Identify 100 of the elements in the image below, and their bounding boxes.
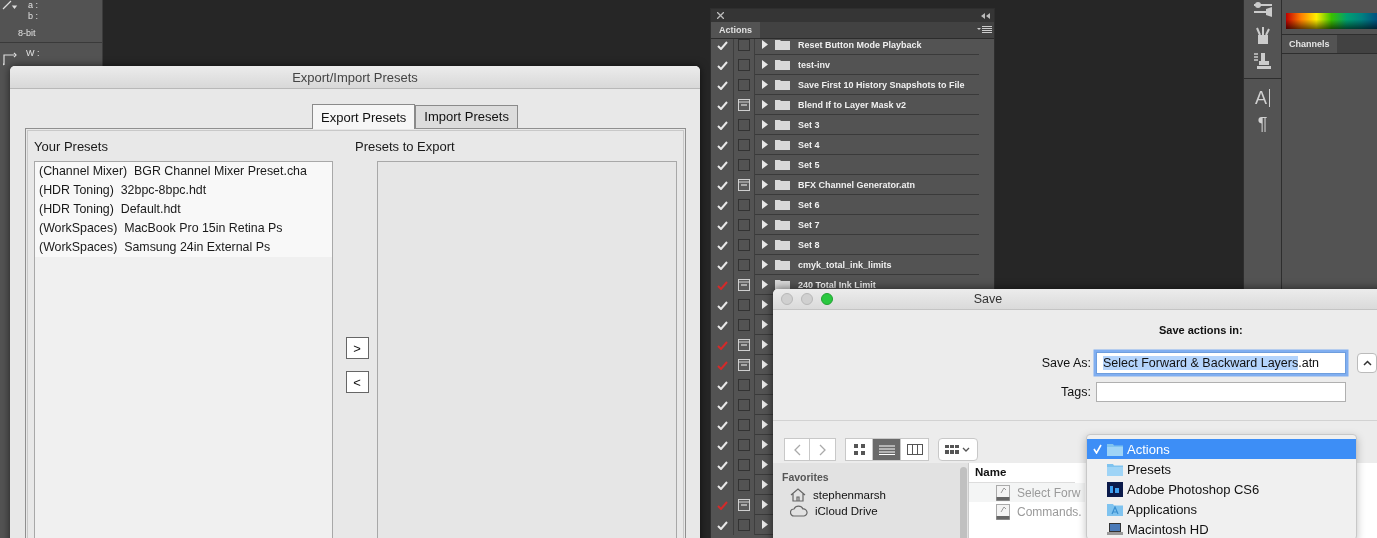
toggle-box-icon[interactable]: [738, 439, 750, 451]
menu-item[interactable]: Macintosh HD: [1087, 519, 1356, 538]
preset-item[interactable]: (Channel Mixer) BGR Channel Mixer Preset.cha: [35, 162, 333, 181]
action-set-name[interactable]: Set 7: [798, 219, 820, 230]
action-set-name[interactable]: Reset Button Mode Playback: [798, 39, 922, 50]
toggle-box-icon[interactable]: [738, 199, 750, 211]
expand-triangle-icon[interactable]: [762, 160, 768, 169]
action-set-name[interactable]: Set 6: [798, 199, 820, 210]
toggle-box-icon[interactable]: [738, 79, 750, 91]
toggle-box-icon[interactable]: [738, 419, 750, 431]
action-set-name[interactable]: cmyk_total_ink_limits: [798, 259, 892, 270]
color-spectrum[interactable]: [1286, 13, 1377, 29]
preset-item[interactable]: (WorkSpaces) Samsung 24in External Ps: [35, 238, 333, 257]
toggle-box-icon[interactable]: [738, 159, 750, 171]
check-icon[interactable]: [716, 280, 728, 290]
dialog-toggle-icon[interactable]: [738, 339, 750, 351]
expand-triangle-icon[interactable]: [762, 220, 768, 229]
brushes-icon[interactable]: [1254, 26, 1271, 44]
toggle-box-icon[interactable]: [738, 299, 750, 311]
check-icon[interactable]: [716, 360, 728, 370]
action-set-name[interactable]: Blend If to Layer Mask v2: [798, 99, 907, 110]
expand-triangle-icon[interactable]: [762, 420, 768, 429]
panel-tab[interactable]: Actions: [711, 22, 760, 38]
preset-item[interactable]: (HDR Toning) 32bpc-8bpc.hdt: [35, 181, 333, 200]
expand-triangle-icon[interactable]: [762, 120, 768, 129]
collapse-button[interactable]: [1357, 353, 1377, 373]
expand-triangle-icon[interactable]: [762, 300, 768, 309]
expand-triangle-icon[interactable]: [762, 140, 768, 149]
check-icon[interactable]: [716, 340, 728, 350]
clone-stamp-icon[interactable]: [1253, 52, 1272, 70]
check-icon[interactable]: [716, 500, 728, 510]
adjustments-icon[interactable]: [1252, 2, 1273, 18]
expand-triangle-icon[interactable]: [762, 60, 768, 69]
action-set-name[interactable]: Set 4: [798, 139, 820, 150]
toggle-box-icon[interactable]: [738, 119, 750, 131]
expand-triangle-icon[interactable]: [762, 200, 768, 209]
sidebar-item[interactable]: stephenmarsh: [790, 488, 968, 502]
dialog-toggle-icon[interactable]: [738, 499, 750, 511]
toggle-box-icon[interactable]: [738, 39, 750, 51]
toggle-box-icon[interactable]: [738, 479, 750, 491]
expand-triangle-icon[interactable]: [762, 280, 768, 289]
action-set-name[interactable]: Save First 10 History Snapshots to File: [798, 79, 965, 90]
preset-item[interactable]: (HDR Toning) Default.hdt: [35, 200, 333, 219]
list-view-button[interactable]: [873, 438, 901, 461]
action-set-name[interactable]: BFX Channel Generator.atn: [798, 179, 916, 190]
close-icon[interactable]: [717, 12, 724, 19]
expand-triangle-icon[interactable]: [762, 240, 768, 249]
menu-item[interactable]: Applications: [1087, 499, 1356, 519]
expand-triangle-icon[interactable]: [762, 480, 768, 489]
expand-triangle-icon[interactable]: [762, 360, 768, 369]
toggle-box-icon[interactable]: [738, 399, 750, 411]
zoom-window-control[interactable]: [821, 293, 833, 305]
toggle-box-icon[interactable]: [738, 379, 750, 391]
toggle-box-icon[interactable]: [738, 259, 750, 271]
toggle-box-icon[interactable]: [738, 219, 750, 231]
toggle-box-icon[interactable]: [738, 239, 750, 251]
move-button[interactable]: >: [345, 337, 369, 359]
menu-icon[interactable]: [977, 26, 992, 34]
menu-item[interactable]: Presets: [1087, 459, 1356, 479]
expand-triangle-icon[interactable]: [762, 100, 768, 109]
expand-triangle-icon[interactable]: [762, 380, 768, 389]
toggle-box-icon[interactable]: [738, 519, 750, 531]
action-set-name[interactable]: 240 Total Ink Limit: [798, 279, 876, 290]
sidebar-item[interactable]: iCloud Drive: [790, 505, 968, 517]
tab[interactable]: Export Presets: [312, 104, 416, 129]
action-set-name[interactable]: Set 8: [798, 239, 820, 250]
paragraph-icon[interactable]: ¶: [1257, 115, 1268, 133]
expand-triangle-icon[interactable]: [762, 440, 768, 449]
expand-triangle-icon[interactable]: [762, 80, 768, 89]
action-set-name[interactable]: Set 5: [798, 159, 820, 170]
arrange-button[interactable]: [938, 438, 978, 461]
tags-field[interactable]: [1096, 382, 1346, 402]
expand-triangle-icon[interactable]: [762, 400, 768, 409]
tab[interactable]: Import Presets: [415, 105, 518, 128]
expand-triangle-icon[interactable]: [762, 320, 768, 329]
menu-item[interactable]: Adobe Photoshop CS6: [1087, 479, 1356, 499]
action-set-name[interactable]: test-inv: [798, 59, 830, 70]
presets-list[interactable]: (Channel Mixer) BGR Channel Mixer Preset.cha (HDR Toning) 32bpc-8bpc.hdt (HDR Toning) Default.hdt (WorkSpaces) MacBook Pro 15in Retina Ps (WorkSpaces) Samsung 24in External Ps: [34, 161, 334, 538]
toggle-box-icon[interactable]: [738, 459, 750, 471]
dialog-toggle-icon[interactable]: [738, 179, 750, 191]
dialog-toggle-icon[interactable]: [738, 279, 750, 291]
scrollbar[interactable]: [960, 467, 967, 538]
expand-triangle-icon[interactable]: [762, 40, 768, 49]
filename-field[interactable]: Select Forward & Backward Layers.atn: [1096, 352, 1346, 374]
collapse-icon[interactable]: [981, 12, 990, 19]
expand-triangle-icon[interactable]: [762, 180, 768, 189]
action-set-name[interactable]: Set 3: [798, 119, 820, 130]
toggle-box-icon[interactable]: [738, 59, 750, 71]
toggle-box-icon[interactable]: [738, 319, 750, 331]
expand-triangle-icon[interactable]: [762, 520, 768, 529]
preset-item[interactable]: (WorkSpaces) MacBook Pro 15in Retina Ps: [35, 219, 333, 238]
expand-triangle-icon[interactable]: [762, 340, 768, 349]
expand-triangle-icon[interactable]: [762, 460, 768, 469]
dialog-toggle-icon[interactable]: [738, 359, 750, 371]
expand-triangle-icon[interactable]: [762, 260, 768, 269]
dialog-toggle-icon[interactable]: [738, 99, 750, 111]
icon-view-button[interactable]: [845, 438, 873, 461]
column-view-button[interactable]: [901, 438, 929, 461]
move-button[interactable]: <: [345, 371, 369, 393]
expand-triangle-icon[interactable]: [762, 500, 768, 509]
